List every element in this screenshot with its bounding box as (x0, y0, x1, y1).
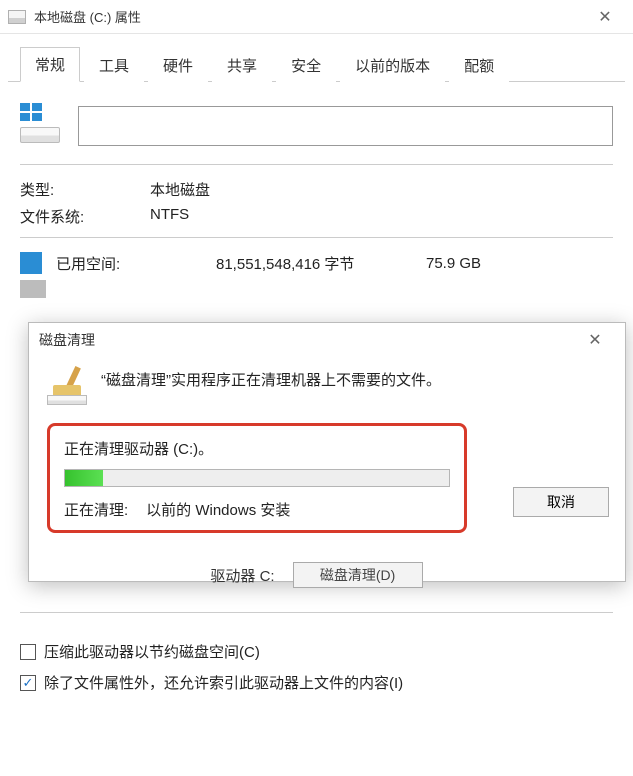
cleanup-progress-fill (65, 470, 103, 486)
tabs: 常规 工具 硬件 共享 安全 以前的版本 配额 (8, 34, 625, 82)
close-icon[interactable]: ✕ (585, 0, 625, 33)
used-bytes: 81,551,548,416 字节 (216, 253, 426, 274)
windows-drive-icon (20, 109, 62, 143)
cancel-button[interactable]: 取消 (513, 487, 609, 517)
cleanup-progress-group: 正在清理驱动器 (C:)。 正在清理: 以前的 Windows 安装 (47, 423, 467, 533)
compress-checkbox[interactable] (20, 644, 36, 660)
drive-icon (8, 10, 26, 24)
disk-cleanup-dialog: 磁盘清理 ✕ “磁盘清理”实用程序正在清理机器上不需要的文件。 正在清理驱动器 … (28, 322, 626, 582)
drive-c-label: 驱动器 C: (210, 565, 274, 586)
disk-cleanup-button[interactable]: 磁盘清理(D) (293, 562, 423, 588)
tab-quota[interactable]: 配额 (449, 48, 509, 82)
general-panel: 类型: 本地磁盘 文件系统: NTFS 已用空间: 81,551,548,416… (0, 82, 633, 306)
cleanup-close-icon[interactable]: ✕ (575, 323, 615, 357)
divider (20, 612, 613, 613)
filesystem-value: NTFS (150, 206, 260, 227)
cleanup-item-label: 正在清理: (64, 499, 128, 520)
titlebar: 本地磁盘 (C:) 属性 ✕ (0, 0, 633, 34)
cleanup-title: 磁盘清理 (39, 330, 575, 350)
tab-hardware[interactable]: 硬件 (148, 48, 208, 82)
tab-tools[interactable]: 工具 (84, 48, 144, 82)
cleanup-progressbar (64, 469, 450, 487)
free-color-swatch (20, 280, 46, 298)
divider (20, 237, 613, 238)
tab-sharing[interactable]: 共享 (212, 48, 272, 82)
cleanup-item-value: 以前的 Windows 安装 (146, 499, 290, 520)
used-color-swatch (20, 252, 42, 274)
type-value: 本地磁盘 (150, 179, 260, 200)
used-gb: 75.9 GB (426, 255, 481, 272)
compress-label: 压缩此驱动器以节约磁盘空间(C) (44, 641, 260, 662)
broom-drive-icon (47, 365, 87, 405)
index-label: 除了文件属性外，还允许索引此驱动器上文件的内容(I) (44, 672, 403, 693)
tab-previous-versions[interactable]: 以前的版本 (340, 48, 445, 82)
tab-security[interactable]: 安全 (276, 48, 336, 82)
type-label: 类型: (20, 179, 150, 200)
divider (20, 164, 613, 165)
cleanup-status-line: 正在清理驱动器 (C:)。 (64, 438, 450, 459)
drive-name-input[interactable] (78, 106, 613, 146)
filesystem-label: 文件系统: (20, 206, 150, 227)
index-checkbox[interactable] (20, 675, 36, 691)
cleanup-message: “磁盘清理”实用程序正在清理机器上不需要的文件。 (101, 365, 441, 390)
window-title: 本地磁盘 (C:) 属性 (34, 7, 585, 26)
tab-general[interactable]: 常规 (20, 47, 80, 82)
used-label: 已用空间: (56, 253, 216, 274)
